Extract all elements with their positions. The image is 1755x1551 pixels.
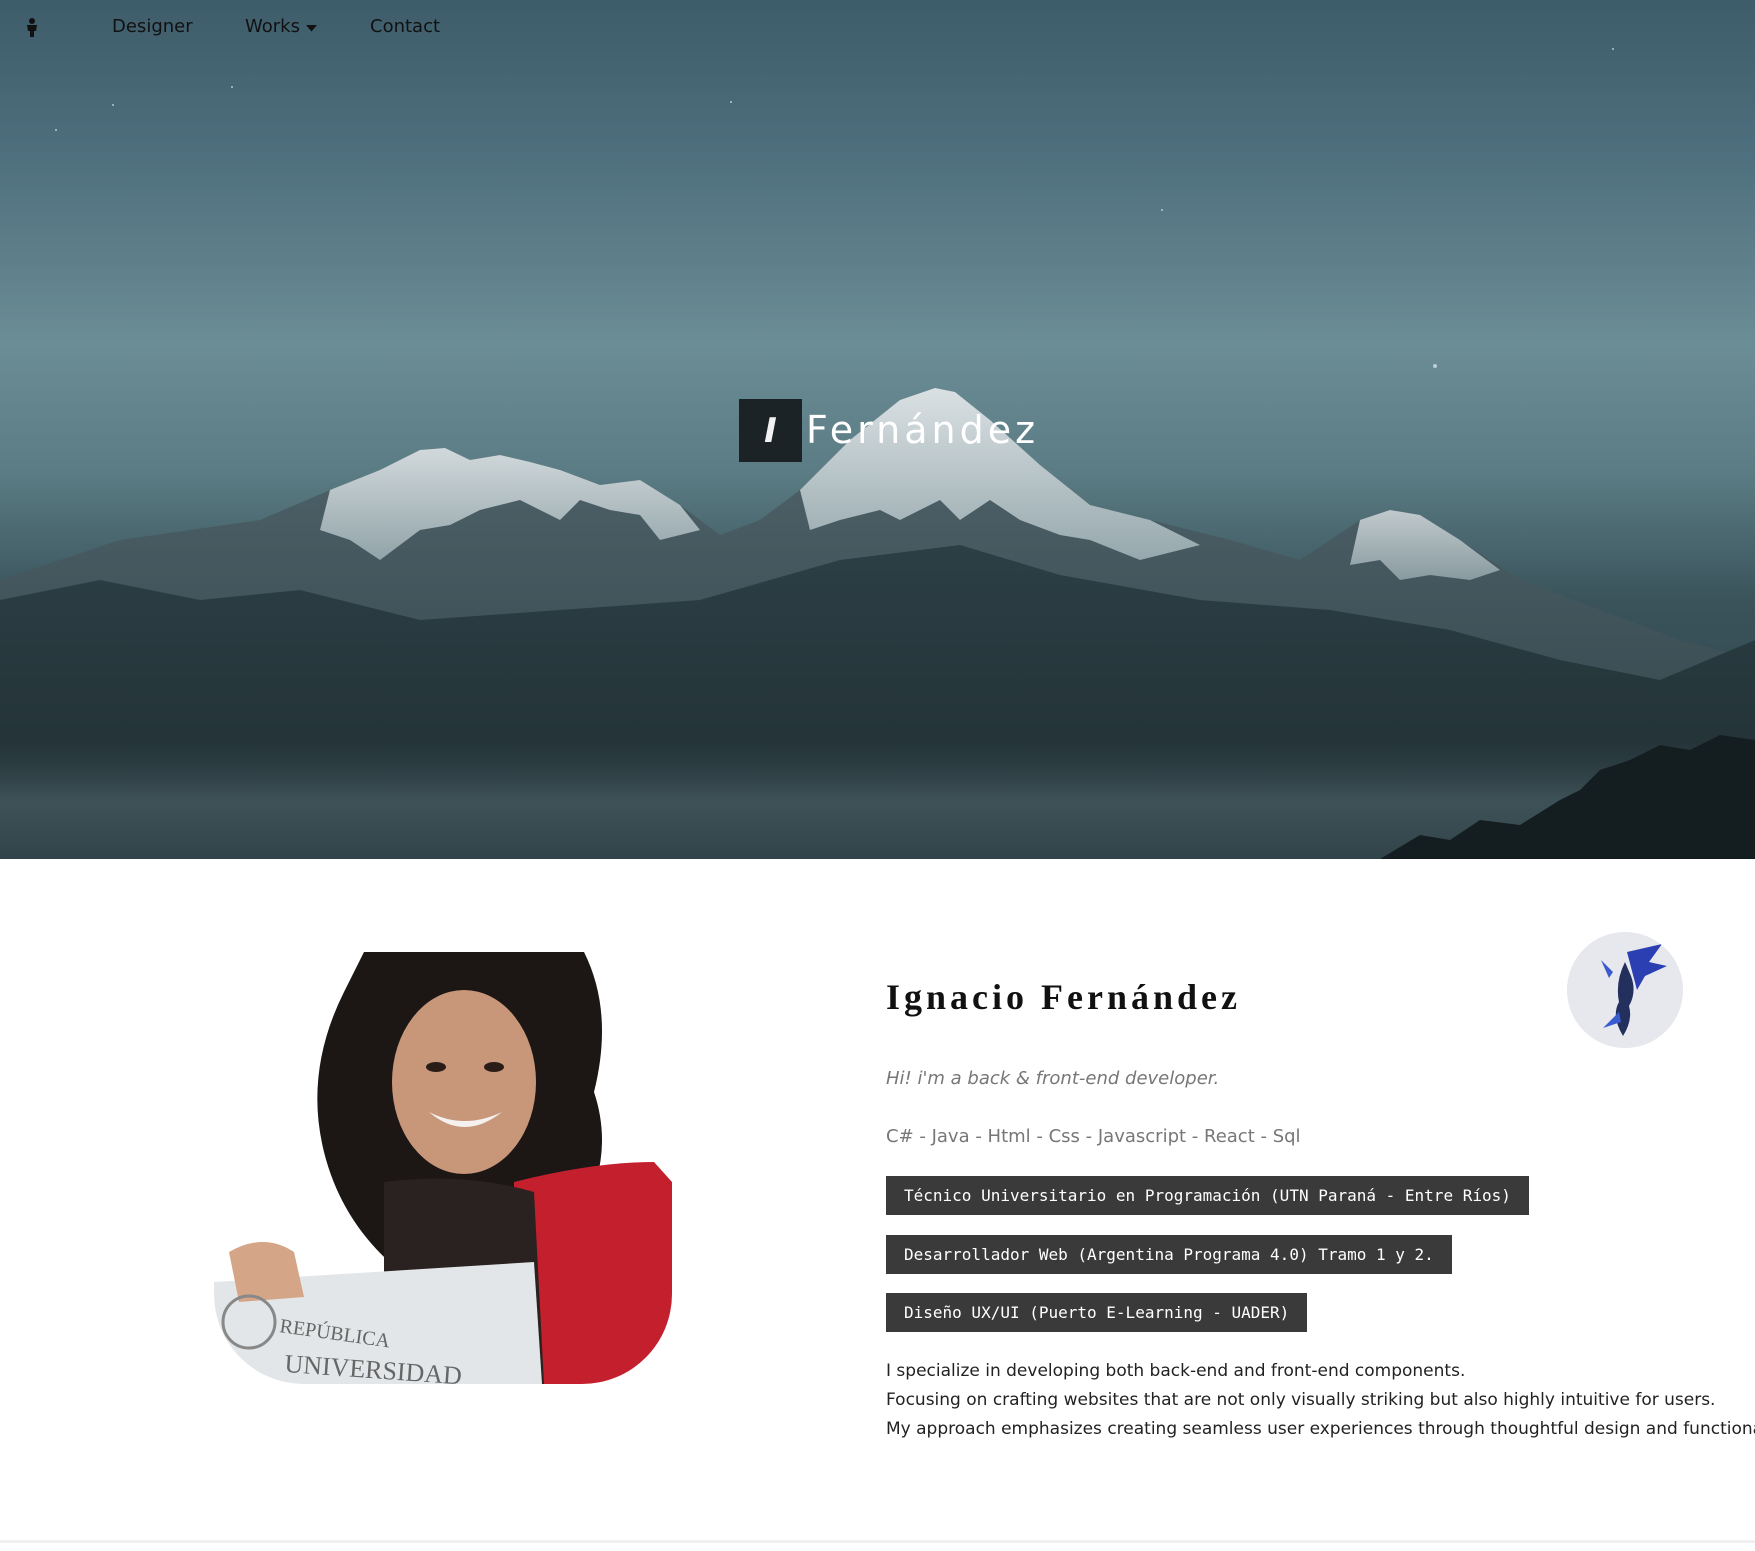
credential-badge: Desarrollador Web (Argentina Programa 4.… xyxy=(886,1235,1452,1274)
skills-list: C# - Java - Html - Css - Javascript - Re… xyxy=(886,1126,1301,1147)
nav-link-designer[interactable]: Designer xyxy=(112,16,193,38)
portrait-photo: REPÚBLICA UNIVERSIDAD xyxy=(214,952,672,1384)
section-divider xyxy=(0,1540,1755,1543)
site-logo: I Fernández xyxy=(739,399,1039,462)
dragon-icon xyxy=(1567,932,1683,1048)
credential-badge: Diseño UX/UI (Puerto E-Learning - UADER) xyxy=(886,1293,1308,1332)
hero-section: Designer Works Contact I Fernández xyxy=(0,0,1755,859)
credential-badge: Técnico Universitario en Programación (U… xyxy=(886,1176,1529,1215)
description-line: My approach emphasizes creating seamless… xyxy=(886,1419,1755,1439)
profile-name: Ignacio Fernández xyxy=(886,977,1241,1017)
description-line: Focusing on crafting websites that are n… xyxy=(886,1390,1716,1410)
logo-name: Fernández xyxy=(806,408,1040,452)
nav-link-works[interactable]: Works xyxy=(245,16,317,38)
caret-down-icon xyxy=(305,16,317,38)
tagline: Hi! i'm a back & front-end developer. xyxy=(886,1068,1220,1089)
description-line: I specialize in developing both back-end… xyxy=(886,1361,1466,1381)
about-description: I specialize in developing both back-end… xyxy=(886,1357,1755,1444)
logo-initial: I xyxy=(739,399,802,462)
dragon-avatar[interactable] xyxy=(1567,932,1683,1048)
person-icon[interactable] xyxy=(24,17,40,37)
top-nav: Designer Works Contact xyxy=(0,0,1755,54)
nav-link-contact[interactable]: Contact xyxy=(370,16,440,38)
nav-link-works-label: Works xyxy=(245,16,300,37)
